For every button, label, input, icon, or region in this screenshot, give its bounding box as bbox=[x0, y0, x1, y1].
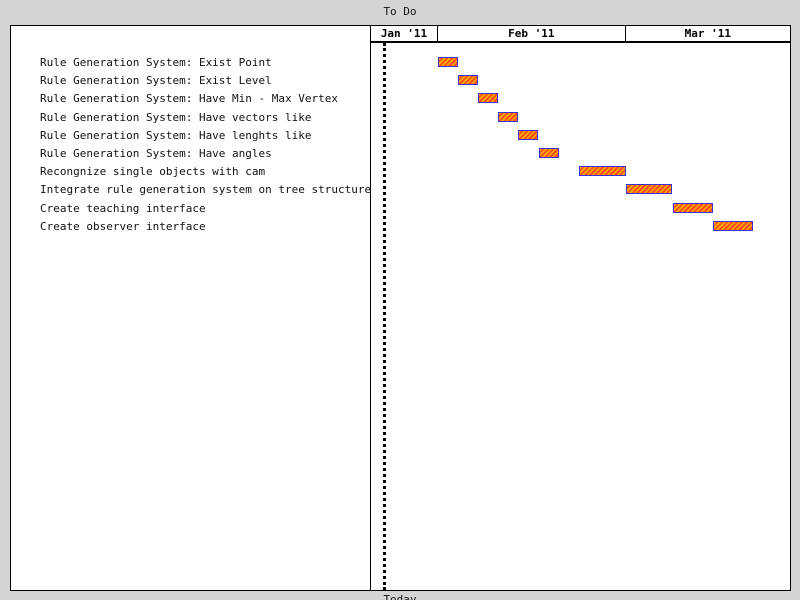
today-label: Today bbox=[383, 593, 417, 600]
timeline-area: Jan '11 Feb '11 Mar '11 bbox=[371, 26, 790, 590]
task-list-panel: Rule Generation System: Exist Point Rule … bbox=[11, 26, 371, 590]
task-label: Recongnize single objects with cam bbox=[40, 165, 266, 179]
task-bar[interactable] bbox=[478, 93, 499, 104]
task-label: Rule Generation System: Exist Level bbox=[40, 74, 272, 88]
gantt-frame: Rule Generation System: Exist Point Rule … bbox=[10, 25, 791, 591]
task-label: Rule Generation System: Have angles bbox=[40, 147, 272, 160]
month-header-0: Jan '11 bbox=[371, 26, 438, 42]
task-bar[interactable] bbox=[578, 166, 626, 177]
today-marker-line bbox=[383, 43, 387, 590]
header-divider bbox=[371, 42, 790, 43]
task-bar[interactable] bbox=[438, 57, 459, 67]
task-label: Rule Generation System: Have vectors lik… bbox=[40, 110, 312, 124]
task-label: Create observer interface bbox=[40, 219, 206, 233]
task-bar[interactable] bbox=[712, 220, 753, 231]
task-label: Rule Generation System: Exist Point bbox=[40, 56, 272, 69]
task-label: Create teaching interface bbox=[40, 201, 206, 215]
task-bar[interactable] bbox=[518, 129, 539, 140]
gantt-window: To Do Rule Generation System: Exist Poin… bbox=[0, 0, 800, 600]
task-bar[interactable] bbox=[498, 111, 519, 122]
task-label: Rule Generation System: Have lenghts lik… bbox=[40, 128, 312, 142]
window-title: To Do bbox=[383, 5, 417, 18]
task-bar[interactable] bbox=[458, 75, 479, 86]
task-bar[interactable] bbox=[538, 148, 559, 158]
task-label: Integrate rule generation system on tree… bbox=[40, 183, 372, 197]
month-header-2: Mar '11 bbox=[625, 26, 790, 42]
task-bar[interactable] bbox=[672, 202, 713, 213]
task-label: Rule Generation System: Have Min - Max V… bbox=[40, 92, 339, 106]
task-bar[interactable] bbox=[625, 184, 673, 195]
month-header-1: Feb '11 bbox=[438, 26, 626, 42]
